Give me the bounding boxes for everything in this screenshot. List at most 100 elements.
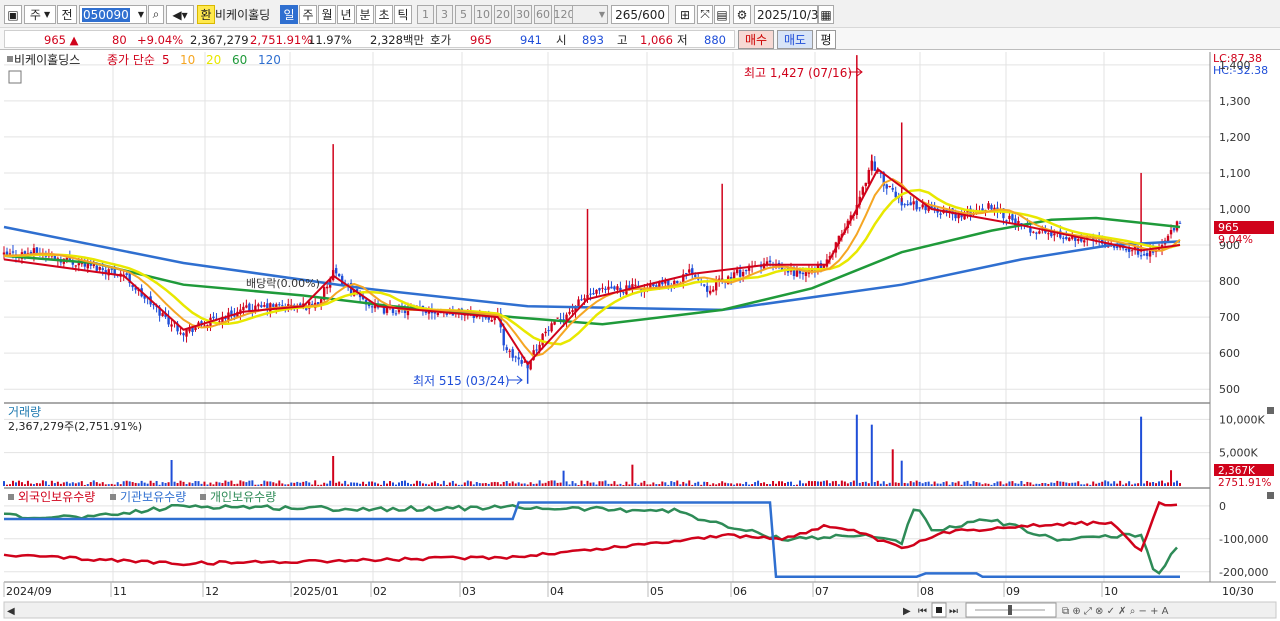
candle-body: [1005, 220, 1008, 222]
candle-body: [711, 289, 715, 292]
panel-close-icon[interactable]: [1267, 407, 1274, 414]
buy-button[interactable]: 매수: [738, 30, 774, 49]
volume-current-value: 2,367K: [1218, 465, 1256, 477]
candle-body: [92, 264, 95, 267]
volume-bar: [1020, 480, 1023, 486]
low-label: 저: [677, 32, 688, 47]
candle-body: [714, 281, 718, 291]
speaker-icon[interactable]: ◀▾: [166, 5, 194, 24]
volume-bar: [757, 480, 760, 486]
volume-bar: [302, 481, 305, 486]
candle-body: [218, 321, 221, 323]
period-tab-4[interactable]: 분: [356, 5, 374, 24]
scroll-right-icon[interactable]: ▶: [903, 606, 911, 617]
layout-icon[interactable]: ▣: [4, 5, 22, 24]
candle-body: [1038, 231, 1041, 234]
calendar-icon[interactable]: ▦: [818, 5, 834, 24]
search-icon[interactable]: ⌕: [148, 5, 164, 24]
volume-bar: [781, 481, 784, 486]
volume-bar: [212, 484, 215, 486]
volume-value-label: 2,367,279주(2,751.91%): [8, 420, 142, 433]
holding-tick: -200,000: [1219, 566, 1268, 579]
volume-bar: [155, 480, 158, 486]
volume-bar: [74, 483, 77, 486]
volume-bar: [652, 482, 655, 486]
volume-bar: [772, 481, 775, 486]
slider-handle[interactable]: [1008, 605, 1012, 615]
candle-body: [541, 333, 544, 346]
x-label: 2025/01: [293, 585, 339, 598]
volume-title: 거래량: [8, 405, 41, 419]
stock-code-input[interactable]: 050090 ▼: [79, 5, 147, 24]
volume-bar: [227, 481, 230, 486]
volume-bar: [496, 482, 499, 486]
minute-tab-1[interactable]: 3: [436, 5, 453, 24]
candle-body: [1053, 233, 1056, 236]
minute-tab-4[interactable]: 20: [494, 5, 512, 24]
tool-icons[interactable]: ⧉ ⊕ ⤢ ⊗ ✓ ✗ ⌕ − + A: [1062, 606, 1169, 617]
prev-button[interactable]: 전: [57, 5, 77, 24]
candle-body: [1139, 255, 1143, 257]
period-select[interactable]: 주 ▼: [24, 5, 56, 24]
volume-bar: [170, 460, 173, 486]
panel-close-icon[interactable]: [1267, 492, 1274, 499]
amount-value: 2,328백만: [370, 32, 425, 47]
volume-bar: [83, 484, 86, 486]
minute-tab-6[interactable]: 60: [534, 5, 552, 24]
stop-square-icon: [936, 607, 942, 613]
scroll-left-icon[interactable]: ◀: [7, 606, 15, 617]
volume-bar: [592, 482, 595, 486]
volume-bar: [1074, 482, 1077, 486]
minute-tab-2[interactable]: 5: [455, 5, 472, 24]
candle-body: [1178, 222, 1182, 224]
tool-icon[interactable]: ⤧: [697, 5, 713, 24]
save-icon[interactable]: ▤: [714, 5, 730, 24]
volume-bar: [1005, 483, 1008, 486]
chart-area[interactable]: 비케이홀딩스 종가 단순 5 10 20 60 120 최고 1,427 (07/16)…: [0, 50, 1280, 621]
candle-body: [260, 305, 263, 307]
gear-icon[interactable]: ⚙: [733, 5, 751, 24]
rewind-icon[interactable]: ⏮: [918, 606, 927, 617]
legend-square-icon: [8, 494, 14, 500]
minute-tab-0[interactable]: 1: [417, 5, 434, 24]
play-icon[interactable]: ⏭: [949, 606, 958, 617]
volume-bar: [727, 483, 730, 486]
period-tab-0[interactable]: 일: [280, 5, 298, 24]
volume-bar: [718, 483, 721, 486]
candle-body: [272, 304, 275, 307]
minute-tab-3[interactable]: 10: [474, 5, 492, 24]
sell-button[interactable]: 매도: [777, 30, 813, 49]
period-tab-3[interactable]: 년: [337, 5, 355, 24]
candle-body: [535, 349, 538, 351]
volume-bar: [359, 483, 362, 486]
period-tab-1[interactable]: 주: [299, 5, 317, 24]
grid-icon[interactable]: ⊞: [675, 5, 695, 24]
period-tab-5[interactable]: 초: [375, 5, 393, 24]
volume-bar: [454, 483, 457, 486]
volume-bar: [598, 481, 601, 486]
volume-bar: [356, 482, 359, 486]
bid-value: 941: [520, 32, 542, 47]
table-icon[interactable]: [8, 70, 22, 84]
count-input[interactable]: 265/600: [611, 5, 669, 24]
volume-bar: [242, 481, 245, 486]
eval-button[interactable]: 평: [816, 30, 836, 49]
volume-bar: [918, 481, 921, 486]
period-tab-2[interactable]: 월: [318, 5, 336, 24]
volume-bar: [580, 480, 583, 486]
volume-bar: [1119, 480, 1122, 486]
candle-body: [610, 286, 613, 289]
currency-tag[interactable]: 환: [197, 5, 215, 24]
period-tab-6[interactable]: 틱: [394, 5, 412, 24]
candle-body: [520, 360, 523, 364]
price-tick: 1,000: [1219, 203, 1251, 216]
minute-tab-5[interactable]: 30: [514, 5, 532, 24]
volume-bar: [32, 484, 35, 486]
volume-bar: [789, 481, 792, 486]
volume-bar: [604, 480, 607, 486]
minute-tab-7[interactable]: 120: [554, 5, 575, 24]
minute-custom-select[interactable]: ▼: [572, 5, 608, 24]
chart-background: [0, 50, 1280, 621]
candle-body: [248, 303, 251, 311]
date-input[interactable]: 2025/10/30: [754, 5, 826, 24]
